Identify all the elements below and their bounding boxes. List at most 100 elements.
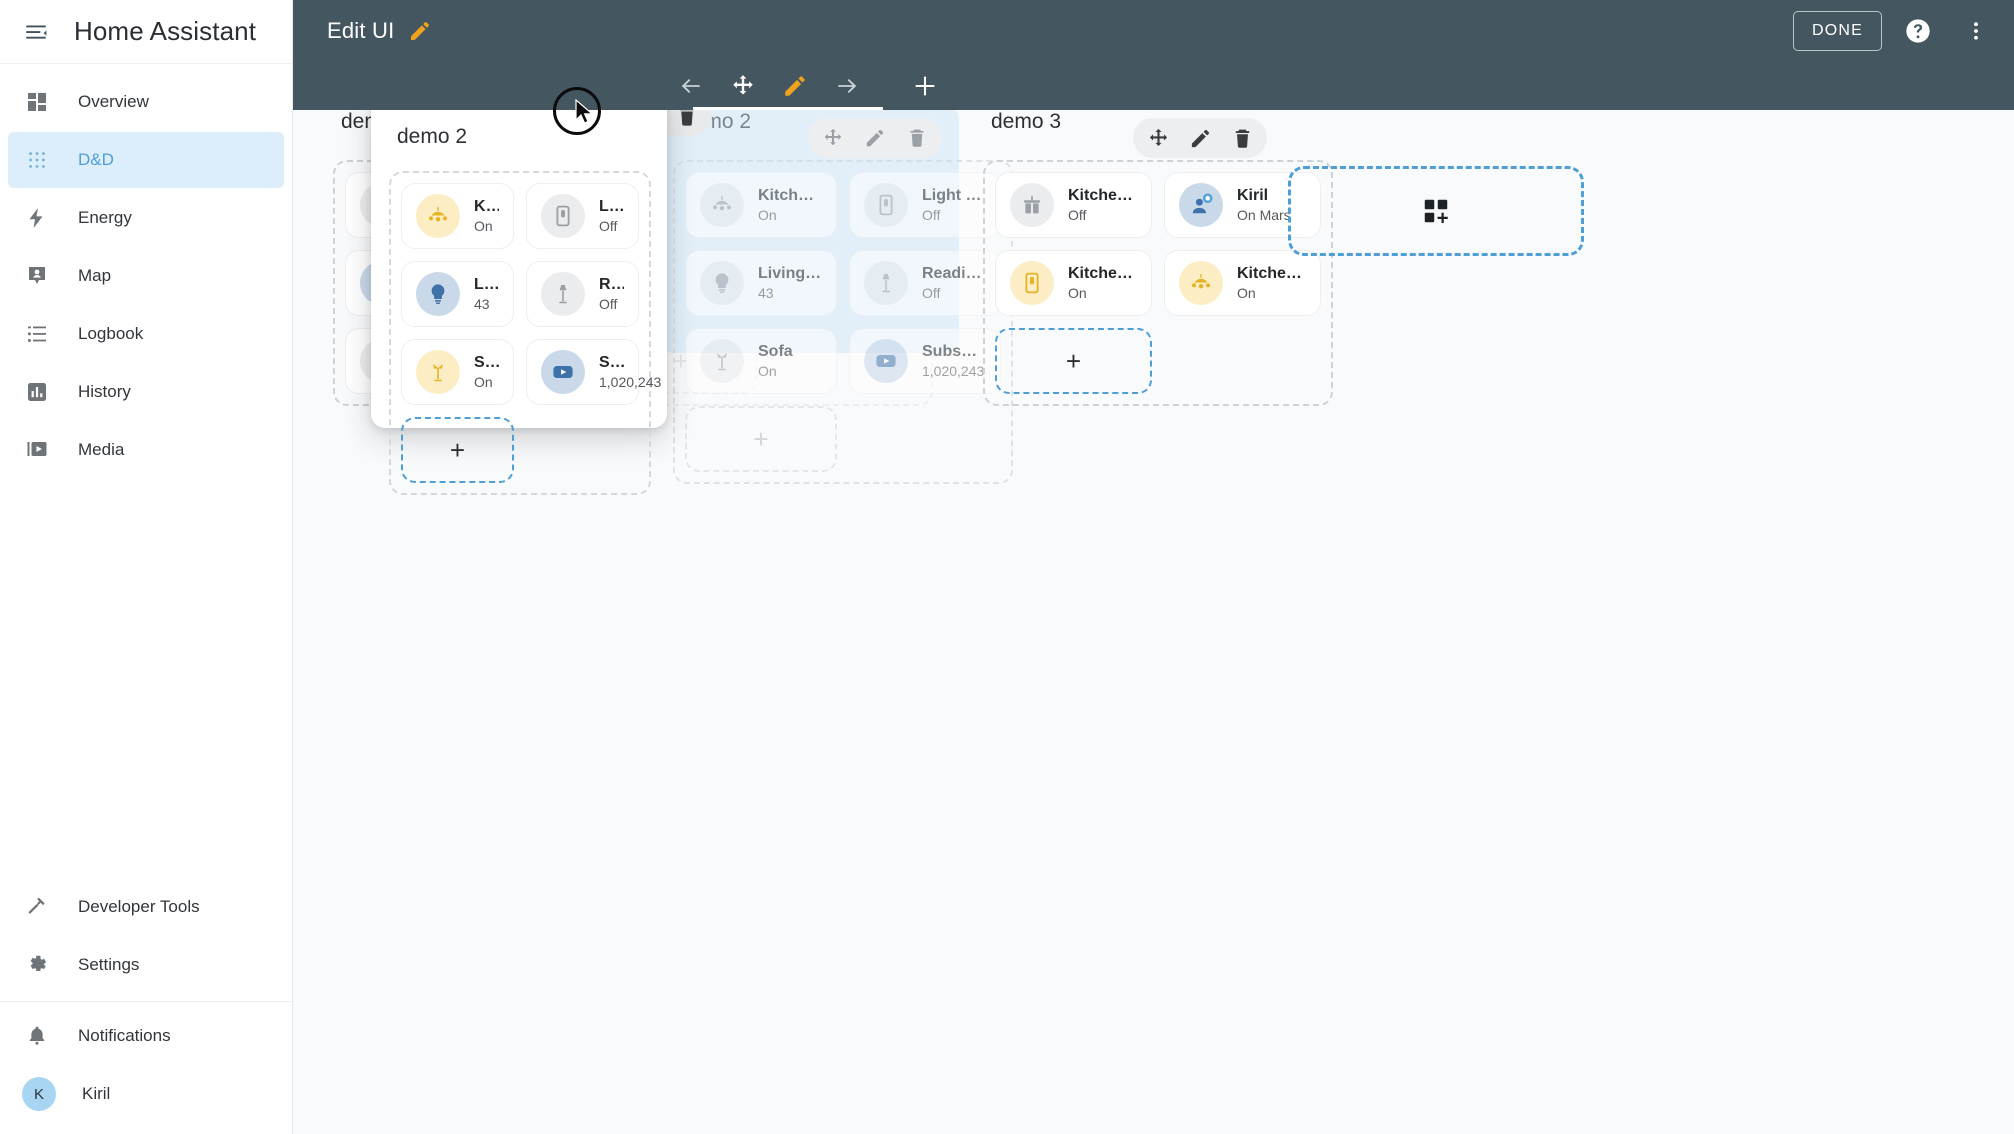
top-bar-actions: DONE (1792, 9, 1998, 53)
youtube-icon (864, 339, 908, 383)
hammer-icon (22, 892, 52, 922)
card-state: On (474, 374, 493, 390)
lightning-bolt-icon (22, 203, 52, 233)
view-tabs-toolbar (293, 62, 2014, 110)
card-state: 1,020,243 (599, 374, 662, 390)
card-state: 43 (474, 296, 490, 312)
card-state: Off (599, 296, 618, 312)
section-demo2-placeholder-grid: Kitchen L... On Light Swi... (673, 160, 1013, 484)
card-livingroom[interactable]: Livingroo... 43 (401, 261, 514, 327)
card-state: On Mars (1237, 207, 1291, 223)
light-switch-icon (541, 194, 585, 238)
sidebar-item-dnd[interactable]: D&D (8, 132, 284, 188)
account-home-icon (1179, 183, 1223, 227)
delete-section[interactable] (902, 123, 932, 153)
sidebar-item-map[interactable]: Map (8, 248, 284, 304)
card-text: Kitchen L... On (474, 198, 499, 234)
card-subscribe[interactable]: Subscribe 1,020,243 (526, 339, 662, 405)
sidebar-nav: Overview D&D Energy Map Logbook History … (0, 64, 292, 480)
sidebar-item-energy[interactable]: Energy (8, 190, 284, 246)
sidebar-item-overview[interactable]: Overview (8, 74, 284, 130)
create-section[interactable] (1288, 166, 1584, 256)
dots-grid-icon (22, 145, 52, 175)
card-name: Subscribe (599, 354, 624, 371)
sidebar-item-logbook[interactable]: Logbook (8, 306, 284, 362)
sidebar-item-settings[interactable]: Settings (8, 937, 284, 993)
card-state: Off (1068, 207, 1087, 223)
edit-section[interactable] (860, 123, 890, 153)
sidebar-item-label: Overview (78, 92, 149, 111)
add-card-button[interactable]: + (401, 417, 514, 483)
pencil-icon[interactable] (777, 68, 813, 104)
lightbulb-icon (416, 272, 460, 316)
sidebar-divider (0, 1001, 292, 1002)
kitchen-counter-icon (1010, 183, 1054, 227)
card-subscribe-ph: Subscribe 1,020,243 (849, 328, 1001, 394)
card-text: Reading ... Off (922, 265, 986, 301)
section-demo3-grid: Kitchen ... Off Kiril On Mars Kitchen l … (983, 160, 1333, 406)
card-state: On (758, 363, 777, 379)
drag-section-handle[interactable] (1143, 123, 1173, 153)
youtube-icon (541, 350, 585, 394)
card-state: Off (922, 207, 941, 223)
sidebar-item-notifications[interactable]: Notifications (8, 1008, 284, 1064)
ceiling-light-icon (416, 194, 460, 238)
dragged-section-demo2[interactable]: demo 2 Kitchen L... On (371, 93, 667, 495)
sidebar-item-history[interactable]: History (8, 364, 284, 420)
add-card-button-demo3[interactable]: + (995, 328, 1152, 394)
card-kitchen-light[interactable]: Kitchen L... On (401, 183, 514, 249)
sidebar-item-user[interactable]: K Kiril (8, 1066, 284, 1122)
card-text: Subscribe 1,020,243 (922, 343, 986, 379)
bell-icon (22, 1021, 52, 1051)
done-button[interactable]: DONE (1792, 11, 1882, 51)
card-kitchen-counter[interactable]: Kitchen ... Off (995, 172, 1152, 238)
card-reading-lamp[interactable]: Reading ... Off (526, 261, 639, 327)
card-state: On (758, 207, 777, 223)
edit-section[interactable] (1185, 123, 1215, 153)
sidebar-item-label: D&D (78, 150, 114, 169)
card-name: Light Swi... (599, 198, 624, 215)
view-dashboard-icon (22, 87, 52, 117)
card-light-switch[interactable]: Light Swi... Off (526, 183, 639, 249)
card-reading-lamp-ph: Reading ... Off (849, 250, 1001, 316)
top-app-bar-row: Edit UI DONE (293, 0, 2014, 62)
card-name: Kitchen li... (1068, 265, 1137, 282)
sidebar-item-developer-tools[interactable]: Developer Tools (8, 879, 284, 935)
dots-vertical-icon[interactable] (1954, 9, 1998, 53)
ceiling-light-icon (1179, 261, 1223, 305)
format-list-bulleted-icon (22, 319, 52, 349)
sidebar-item-label: Developer Tools (78, 897, 200, 916)
plus-icon[interactable] (907, 68, 943, 104)
arrow-right-icon[interactable] (829, 68, 865, 104)
sidebar-bottom: Developer Tools Settings Notifications K… (0, 879, 292, 1134)
floor-lamp-torchiere-icon (416, 350, 460, 394)
light-switch-icon (1010, 261, 1054, 305)
edit-title-pencil-icon[interactable] (408, 19, 432, 43)
move-icon[interactable] (725, 68, 761, 104)
arrow-left-icon[interactable] (673, 68, 709, 104)
card-name: Sofa (474, 354, 499, 371)
floor-lamp-torchiere-icon (700, 339, 744, 383)
light-switch-icon (864, 183, 908, 227)
help-circle-icon[interactable] (1896, 9, 1940, 53)
section-toolbar-demo3 (1133, 118, 1267, 158)
delete-section[interactable] (1227, 123, 1257, 153)
ceiling-light-icon (700, 183, 744, 227)
card-name: Subscribe (922, 343, 986, 360)
card-kitchen-light-switch[interactable]: Kitchen li... On (995, 250, 1152, 316)
card-text: Sofa On (474, 354, 499, 390)
card-sofa[interactable]: Sofa On (401, 339, 514, 405)
card-name: Sofa (758, 343, 793, 360)
card-state: On (1237, 285, 1256, 301)
card-text: Reading ... Off (599, 276, 624, 312)
menu-collapse-icon[interactable] (14, 10, 58, 54)
card-name: Reading ... (922, 265, 986, 282)
card-kitchen-ceiling-light[interactable]: Kitchen L... On (1164, 250, 1321, 316)
section-toolbar-demo2-placeholder (808, 118, 942, 158)
home-assistant-app: Home Assistant Overview D&D Energy Map L… (0, 0, 2014, 1134)
section-demo2-placeholder: demo 2 Kitchen L... On (673, 110, 1013, 484)
sidebar-item-label: Media (78, 440, 125, 459)
drag-section-handle[interactable] (818, 123, 848, 153)
sidebar-item-media[interactable]: Media (8, 422, 284, 478)
card-state: On (474, 218, 493, 234)
